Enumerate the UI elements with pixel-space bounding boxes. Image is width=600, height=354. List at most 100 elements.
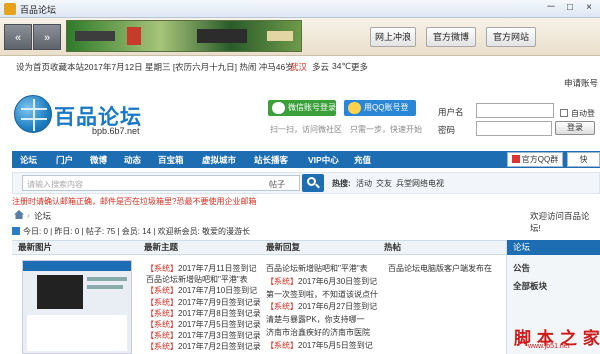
nav-recharge[interactable]: 充值 <box>354 154 371 166</box>
date-text: 2017年7月12日 星期三 [农历六月十九日] 热闹 冲马46岁 <box>84 62 294 72</box>
list-item[interactable]: 【系统】2017年7月5日签到记录 <box>146 320 261 330</box>
list-item[interactable]: 济南市治鑫疾好的济南市医院 <box>266 328 370 338</box>
watermark-url: www.jb51.net <box>528 343 570 350</box>
window-title: 百品论坛 <box>20 5 57 15</box>
system-tag: 【系统】 <box>266 302 298 312</box>
register-link[interactable]: 申请账号 <box>564 77 598 89</box>
nav-webmaster-blog[interactable]: 站长播客 <box>254 154 288 166</box>
logo-url: bpb.6b7.net <box>92 126 140 136</box>
official-site-button[interactable]: 官方网站 <box>486 27 536 47</box>
list-item-title: 2017年7月3日签到记录 <box>178 331 261 341</box>
list-item[interactable]: 百品论坛新增贴吧和"平港"表 <box>266 264 368 274</box>
list-item-title: 百品论坛新增贴吧和"平港"表 <box>266 264 368 273</box>
info-strip: 设为首页 收藏本站 2017年7月12日 星期三 [农历六月十九日] 热闹 冲马… <box>0 58 600 74</box>
weather-text: 多云 <box>312 62 330 72</box>
sidebar-header[interactable]: 论坛 <box>507 240 600 255</box>
list-item[interactable]: 【系统】2017年7月2日签到记录 <box>146 342 261 352</box>
list-item[interactable]: 【系统】2017年7月3日签到记录 <box>146 331 261 341</box>
weather-city[interactable]: 武汉 <box>290 61 307 73</box>
qq-group-label: 官方QQ群 <box>521 155 559 164</box>
list-item-title: 第一次签到啦，不知道该说点什 <box>266 289 378 299</box>
hot-search-label: 热搜: <box>332 179 351 188</box>
maximize-button[interactable]: □ <box>561 2 579 15</box>
search-input[interactable]: 请输入搜索内容 帖子 <box>22 175 300 191</box>
wechat-icon <box>272 102 285 114</box>
list-item[interactable]: 百品论坛新增贴吧和"平港"表 <box>146 275 248 285</box>
list-item-title: 清楚与暴露PK，你支持哪一 <box>266 315 365 325</box>
official-weibo-button[interactable]: 官方微博 <box>426 27 476 47</box>
latest-replies-header: 最新回复 <box>260 240 378 255</box>
list-item[interactable]: 【系统】2017年5月5日签到记 <box>266 341 373 351</box>
back-button[interactable]: « <box>4 24 32 50</box>
hot-search-item[interactable]: 活动 <box>356 178 372 189</box>
username-input[interactable] <box>476 103 554 118</box>
bookmark-link[interactable]: 收藏本站 <box>50 61 84 73</box>
window-title-bar: 百品论坛 － □ × <box>0 0 600 18</box>
list-item-title: 2017年7月5日签到记录 <box>178 320 261 329</box>
breadcrumb-current[interactable]: 论坛 <box>34 210 51 222</box>
system-tag: 【系统】 <box>146 264 178 273</box>
list-item-title: 2017年7月9日签到记录 <box>178 297 261 307</box>
list-item[interactable]: 【系统】2017年7月11日签到记 <box>146 264 257 274</box>
set-homepage-link[interactable]: 设为首页 <box>16 61 50 73</box>
system-tag: 【系统】 <box>146 331 178 341</box>
breadcrumb: › 论坛 欢迎访问百品论坛! <box>12 208 600 233</box>
system-tag: 【系统】 <box>146 286 178 296</box>
password-input[interactable] <box>476 121 552 136</box>
qq-group-button[interactable]: 官方QQ群 <box>507 152 563 167</box>
wechat-tip: 扫一扫，访问微社区 <box>270 125 342 134</box>
qq-group-icon <box>511 155 520 163</box>
system-tag: 【系统】 <box>266 276 298 286</box>
list-item-title: 2017年7月8日签到记录 <box>178 308 261 318</box>
list-item[interactable]: 【系统】2017年6月27日签到记 <box>266 302 377 312</box>
list-item-title: 济南市治鑫疾好的济南市医院 <box>266 328 370 337</box>
home-icon[interactable] <box>14 210 24 219</box>
list-item[interactable]: 第一次签到啦，不知道该说点什 <box>266 290 378 300</box>
list-item[interactable]: 【系统】2017年7月8日签到记录 <box>146 309 261 319</box>
hot-posts-header: 热帖 <box>378 240 506 255</box>
list-item[interactable]: 清楚与暴露PK，你支持哪一 <box>266 315 365 325</box>
list-item-title: 2017年7月10日签到记 <box>178 286 258 296</box>
list-item[interactable]: 【系统】2017年7月10日签到记 <box>146 286 257 296</box>
latest-image-thumbnail[interactable] <box>22 260 132 354</box>
hot-search-item[interactable]: 交友 <box>376 178 392 189</box>
login-button[interactable]: 登录 <box>555 121 595 135</box>
close-button[interactable]: × <box>580 2 598 15</box>
remember-checkbox[interactable] <box>560 109 568 117</box>
hot-search-item[interactable]: 兵堂网络电视 <box>396 178 444 189</box>
minimize-button[interactable]: － <box>542 2 560 15</box>
system-tag: 【系统】 <box>266 340 298 350</box>
app-icon <box>4 3 16 15</box>
globe-logo-icon <box>14 95 52 133</box>
nav-weibo[interactable]: 微博 <box>90 154 107 166</box>
notice-text: 注册时请确认邮箱正确，邮件是否在垃圾箱里?恐最不要使用企业邮箱 <box>12 197 257 206</box>
latest-topics-header: 最新主题 <box>138 240 260 255</box>
nav-toolbox[interactable]: 百宝箱 <box>158 154 184 166</box>
latest-images-header: 最新图片 <box>12 240 138 255</box>
search-button[interactable] <box>302 174 324 192</box>
forum-stats: 今日: 0 | 昨日: 0 | 帖子: 75 | 会员: 14 | 欢迎新会员:… <box>12 224 600 238</box>
sidebar-item-announcement[interactable]: 公告 <box>513 262 530 274</box>
nav-vip-center[interactable]: VIP中心 <box>308 154 339 166</box>
surf-web-button[interactable]: 网上冲浪 <box>370 27 416 47</box>
forward-button[interactable]: » <box>33 24 61 50</box>
list-item[interactable]: 百品论坛电脑版客户端发布在 <box>388 264 492 274</box>
list-item[interactable]: 【系统】2017年6月30日签到记 <box>266 277 377 287</box>
system-tag: 【系统】 <box>146 320 178 329</box>
list-item-title: 2017年5月5日签到记 <box>298 340 373 350</box>
sidebar-item-all-boards[interactable]: 全部板块 <box>513 280 547 292</box>
password-label: 密码 <box>438 125 456 135</box>
list-item-title: 百品论坛新增贴吧和"平港"表 <box>146 275 248 285</box>
nav-forum[interactable]: 论坛 <box>20 154 37 166</box>
nav-virtual-city[interactable]: 虚拟城市 <box>202 154 236 166</box>
system-tag: 【系统】 <box>146 308 178 318</box>
weather-more-link[interactable]: 更多 <box>351 61 368 73</box>
search-type-select[interactable]: 帖子 <box>269 179 285 190</box>
stats-icon <box>12 227 20 235</box>
nav-portal[interactable]: 门户 <box>56 154 73 166</box>
system-tag: 【系统】 <box>146 297 178 307</box>
list-item-title: 2017年6月27日签到记 <box>298 302 378 312</box>
quick-nav-button[interactable]: 快 <box>567 152 600 167</box>
nav-activity[interactable]: 动态 <box>124 154 141 166</box>
list-item[interactable]: 【系统】2017年7月9日签到记录 <box>146 298 261 308</box>
